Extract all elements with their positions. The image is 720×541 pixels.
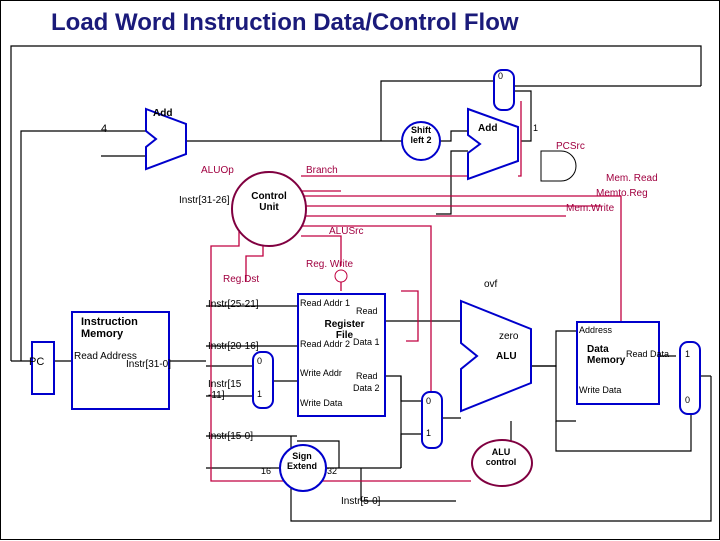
add2-label: Add — [478, 123, 497, 134]
regdst-label: Reg.Dst — [223, 274, 259, 285]
const4-label: 4 — [101, 123, 107, 135]
dm-address-label: Address — [579, 325, 612, 335]
mux-pcsrc-1: 1 — [533, 123, 538, 133]
alusrc-label: ALUSrc — [329, 226, 363, 237]
instruction-memory-label: Instruction Memory — [81, 316, 161, 340]
mux-regdst-1: 1 — [257, 389, 262, 399]
alu-control-label: ALU control — [479, 447, 523, 467]
memwrite-label: Mem.Write — [566, 203, 614, 214]
dm-read-data-label: Read Data — [626, 349, 669, 359]
pc-block — [31, 341, 55, 395]
se-32-label: 32 — [327, 466, 337, 476]
wires-svg — [1, 1, 720, 541]
page-title: Load Word Instruction Data/Control Flow — [51, 9, 519, 37]
dm-write-data-label: Write Data — [579, 385, 621, 395]
memtoreg-label: Memto.Reg — [596, 188, 648, 199]
instr5-0-label: Instr[5-0] — [341, 496, 380, 507]
read-addr1-label: Read Addr 1 — [300, 298, 350, 308]
data2-label: Data 2 — [353, 383, 380, 393]
alu-label: ALU — [496, 351, 517, 362]
mux-alusrc-1: 1 — [426, 428, 431, 438]
control-unit-label: Control Unit — [245, 191, 293, 213]
instr31-0-label: Instr[31-0] — [126, 359, 171, 370]
memread-label: Mem. Read — [606, 173, 658, 184]
instr25-21-label: Instr[25-21] — [208, 299, 259, 310]
adder-2 — [468, 109, 518, 179]
mux-regdst — [252, 351, 274, 409]
read-label-2: Read — [356, 371, 378, 381]
se-16-label: 16 — [261, 466, 271, 476]
branch-label: Branch — [306, 165, 338, 176]
instr15-0-label: Instr[15-0] — [208, 431, 253, 442]
mux-pcsrc-0: 0 — [498, 71, 503, 81]
mux-memtoreg-1: 1 — [685, 349, 690, 359]
pcsrc-label: PCSrc — [556, 141, 585, 152]
mux-memtoreg-0: 0 — [685, 395, 690, 405]
shift-left-2-label: Shift left 2 — [405, 125, 437, 145]
register-file-label: Register File — [317, 319, 372, 341]
instr15-11-label: Instr[15 -11] — [208, 379, 241, 401]
mux-pcsrc — [493, 69, 515, 111]
pc-label: PC — [29, 356, 44, 368]
mux-alusrc-0: 0 — [426, 396, 431, 406]
regwrite-label: Reg. Write — [306, 259, 353, 270]
write-data-label: Write Data — [300, 398, 342, 408]
aluop-label: ALUOp — [201, 165, 234, 176]
instr31-26-label: Instr[31-26] — [179, 195, 230, 206]
sign-extend-label: Sign Extend — [284, 451, 320, 471]
ovf-label: ovf — [484, 279, 497, 290]
add1-label: Add — [153, 108, 172, 119]
zero-label: zero — [499, 331, 518, 342]
instr20-16-label: Instr[20-16] — [208, 341, 259, 352]
mux-regdst-0: 0 — [257, 356, 262, 366]
read-label-1: Read — [356, 306, 378, 316]
mux-alusrc — [421, 391, 443, 449]
write-addr-label: Write Addr — [300, 368, 342, 378]
